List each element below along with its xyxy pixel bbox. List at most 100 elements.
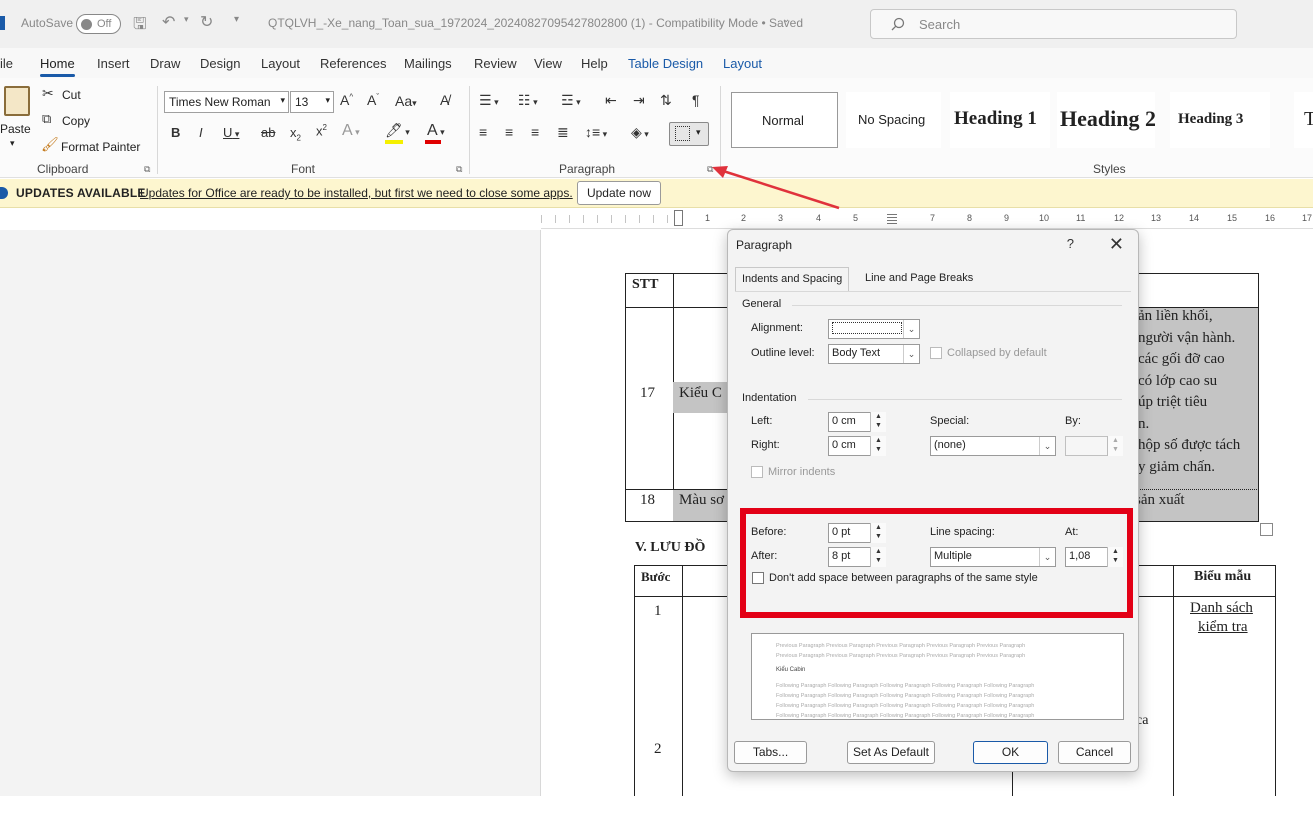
- table-cell[interactable]: 18: [625, 489, 674, 522]
- font-color-icon[interactable]: A ▾: [427, 122, 445, 140]
- ok-button[interactable]: OK: [973, 741, 1048, 764]
- tab-layout[interactable]: Layout: [261, 56, 300, 71]
- autosave-toggle[interactable]: Off: [76, 14, 121, 34]
- tab-design[interactable]: Design: [200, 56, 240, 71]
- tab-references[interactable]: References: [320, 56, 386, 71]
- font-name-select[interactable]: Times New Roman ▾: [164, 91, 289, 113]
- undo-icon[interactable]: ↶: [162, 12, 175, 32]
- tab-mailings[interactable]: Mailings: [404, 56, 452, 71]
- multilevel-list-icon[interactable]: ☲ ▾: [561, 92, 581, 109]
- tab-table-design[interactable]: Table Design: [628, 56, 703, 71]
- right-indent-input[interactable]: 0 cm ▲ ▼: [828, 436, 886, 456]
- format-painter-button[interactable]: Format Painter: [61, 140, 140, 154]
- spinner-arrows-icon[interactable]: ▲ ▼: [1107, 436, 1123, 456]
- decrease-indent-icon[interactable]: ⇤: [605, 92, 617, 109]
- outline-level-select[interactable]: Body Text ⌄: [828, 344, 920, 364]
- subscript-icon[interactable]: x2: [290, 125, 301, 143]
- text-effects-icon[interactable]: A ▾: [342, 122, 360, 140]
- mirror-indents-checkbox[interactable]: [751, 466, 763, 478]
- tab-draw[interactable]: Draw: [150, 56, 180, 71]
- tabs-button[interactable]: Tabs...: [734, 741, 807, 764]
- copy-button[interactable]: Copy: [62, 114, 90, 128]
- spinner-arrows-icon[interactable]: ▲ ▼: [870, 412, 886, 432]
- highlight-color-icon[interactable]: 🖊 ▾: [385, 122, 410, 139]
- style-title[interactable]: T: [1294, 92, 1313, 148]
- style-heading-1[interactable]: Heading 1: [950, 92, 1050, 148]
- table-cell[interactable]: 1 2: [634, 596, 683, 796]
- table-cell[interactable]: Danh sách kiểm tra: [1173, 596, 1276, 796]
- underline-icon[interactable]: U ▾: [223, 125, 239, 140]
- paste-icon[interactable]: [4, 86, 30, 116]
- change-case-icon[interactable]: Aa▾: [395, 93, 417, 109]
- clear-formatting-icon[interactable]: A̸: [440, 92, 449, 108]
- font-size-select[interactable]: 13 ▾: [290, 91, 334, 113]
- bold-icon[interactable]: B: [171, 125, 180, 140]
- style-normal[interactable]: Normal: [731, 92, 838, 148]
- style-no-spacing[interactable]: No Spacing: [846, 92, 941, 148]
- update-message-link[interactable]: Updates for Office are ready to be insta…: [140, 186, 573, 200]
- cut-icon[interactable]: ✂: [42, 85, 54, 102]
- cancel-button[interactable]: Cancel: [1058, 741, 1131, 764]
- tab-indents-and-spacing[interactable]: Indents and Spacing: [735, 267, 850, 291]
- special-select[interactable]: (none) ⌄: [930, 436, 1056, 456]
- italic-icon[interactable]: I: [199, 125, 203, 140]
- tab-home[interactable]: Home: [40, 56, 75, 77]
- customize-toolbar-icon[interactable]: ▾: [234, 14, 239, 25]
- column-marker[interactable]: [887, 212, 897, 224]
- copy-icon[interactable]: ⧉: [42, 111, 51, 127]
- save-icon[interactable]: 🖫: [133, 13, 147, 40]
- shrink-font-icon[interactable]: Aˇ: [367, 92, 379, 108]
- justify-icon[interactable]: ≣: [557, 124, 569, 141]
- by-input[interactable]: ▲ ▼: [1065, 436, 1123, 456]
- table-header-cell[interactable]: Bước: [634, 565, 683, 597]
- font-launcher-icon[interactable]: ⧉: [456, 164, 462, 175]
- clipboard-launcher-icon[interactable]: ⧉: [144, 164, 150, 175]
- grow-font-icon[interactable]: A^: [340, 92, 353, 108]
- table-resize-handle[interactable]: [1260, 523, 1273, 536]
- increase-indent-icon[interactable]: ⇥: [633, 92, 645, 109]
- horizontal-ruler[interactable]: 1 2 3 4 5 7 8 9 10 11 12 13 14 15 16 17: [541, 209, 1313, 229]
- table-header-cell[interactable]: STT: [625, 273, 674, 308]
- shading-icon[interactable]: ◈ ▾: [631, 124, 649, 141]
- sort-icon[interactable]: ⇅: [660, 92, 672, 109]
- tab-file[interactable]: ile: [0, 56, 13, 71]
- indent-marker[interactable]: [674, 210, 683, 226]
- cut-button[interactable]: Cut: [62, 88, 81, 102]
- search-input[interactable]: Search: [870, 9, 1237, 39]
- style-heading-3[interactable]: Heading 3: [1170, 92, 1270, 148]
- bullets-icon[interactable]: ☰ ▾: [479, 92, 499, 109]
- tab-table-layout[interactable]: Layout: [723, 56, 762, 71]
- tab-view[interactable]: View: [534, 56, 562, 71]
- help-button[interactable]: ?: [1067, 236, 1074, 251]
- title-chevron-down-icon[interactable]: ⌄: [782, 14, 790, 25]
- undo-dropdown-icon[interactable]: ▾: [184, 14, 189, 25]
- close-icon[interactable]: ✕: [1109, 234, 1124, 255]
- spinner-arrows-icon[interactable]: ▲ ▼: [870, 436, 886, 456]
- align-right-icon[interactable]: ≡: [531, 124, 539, 140]
- strikethrough-icon[interactable]: ab: [261, 125, 275, 140]
- redo-icon[interactable]: ↻: [200, 12, 213, 32]
- tab-insert[interactable]: Insert: [97, 56, 130, 71]
- alignment-select[interactable]: ⌄: [828, 319, 920, 339]
- numbering-icon[interactable]: ☷ ▾: [518, 92, 538, 109]
- tab-line-and-page-breaks[interactable]: Line and Page Breaks: [859, 267, 979, 291]
- update-now-button[interactable]: Update now: [577, 181, 661, 205]
- collapsed-by-default-checkbox[interactable]: [930, 347, 942, 359]
- tab-help[interactable]: Help: [581, 56, 608, 71]
- table-header-cell[interactable]: Biểu mẫu: [1173, 565, 1276, 597]
- left-indent-input[interactable]: 0 cm ▲ ▼: [828, 412, 886, 432]
- danh-sach-link[interactable]: Danh sách: [1190, 600, 1253, 617]
- kiem-tra-link[interactable]: kiểm tra: [1198, 619, 1248, 636]
- superscript-icon[interactable]: x2: [316, 123, 327, 138]
- align-center-icon[interactable]: ≡: [505, 124, 513, 140]
- paste-dropdown-icon[interactable]: ▾: [10, 138, 15, 149]
- borders-button[interactable]: ▾: [669, 122, 709, 146]
- show-formatting-marks-icon[interactable]: ¶: [692, 92, 700, 108]
- align-left-icon[interactable]: ≡: [479, 124, 487, 140]
- line-spacing-icon[interactable]: ↕≡ ▾: [585, 124, 607, 140]
- set-as-default-button[interactable]: Set As Default: [847, 741, 935, 764]
- table-cell[interactable]: 17: [625, 307, 674, 490]
- paste-button[interactable]: Paste: [0, 122, 31, 136]
- style-heading-2[interactable]: Heading 2: [1057, 92, 1155, 148]
- tab-review[interactable]: Review: [474, 56, 517, 71]
